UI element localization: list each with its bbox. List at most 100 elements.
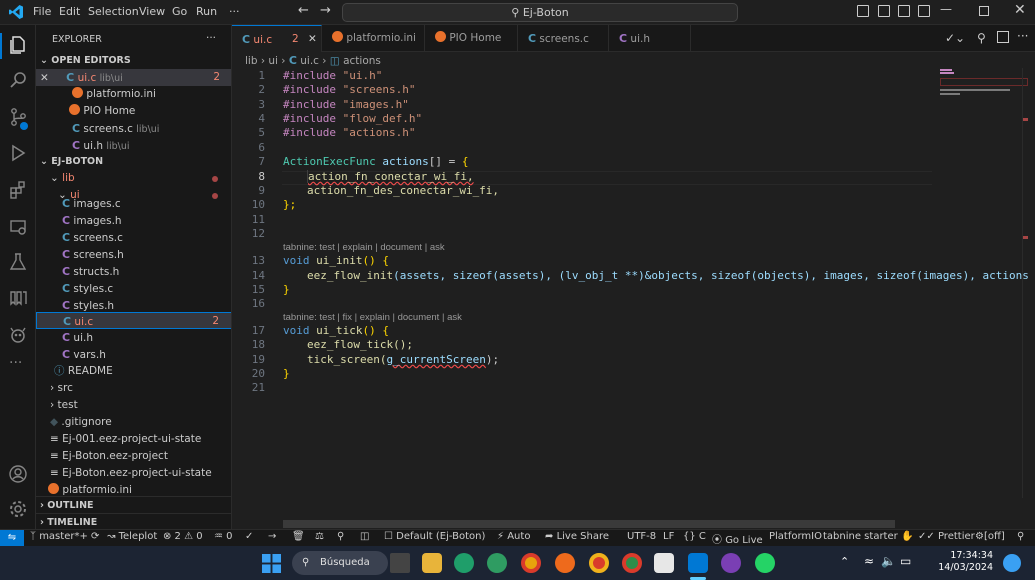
open-editor-screens-c[interactable]: C screens.c lib\ui xyxy=(36,120,231,137)
github-desktop-icon[interactable] xyxy=(721,553,741,573)
toggle-sidebar-icon[interactable] xyxy=(857,5,869,17)
minimize-icon[interactable]: — xyxy=(940,2,952,16)
open-editors-header[interactable]: ⌄ OPEN EDITORS xyxy=(36,52,231,69)
run-debug-icon[interactable] xyxy=(8,143,28,163)
back-arrow-icon[interactable]: ← xyxy=(298,3,309,18)
open-editor-pio-home[interactable]: PIO Home xyxy=(36,103,231,120)
tabnine-codelens[interactable]: tabnine: test | explain | document | ask xyxy=(283,242,445,253)
edge-beta-icon[interactable] xyxy=(487,553,507,573)
horizontal-scrollbar[interactable] xyxy=(283,520,895,528)
tree-folder-test[interactable]: › test xyxy=(36,397,231,414)
encoding-status[interactable]: UTF-8 xyxy=(627,531,656,542)
tabnine-codelens[interactable]: tabnine: test | fix | explain | document… xyxy=(283,312,462,323)
tab-ui-c[interactable]: C ui.c 2 ✕ xyxy=(232,25,322,52)
more-actions-icon[interactable]: ··· xyxy=(1017,29,1028,43)
restore-icon[interactable] xyxy=(979,6,989,16)
settings-gear-icon[interactable] xyxy=(8,499,28,519)
toggle-panel-icon[interactable] xyxy=(878,5,890,17)
remote-explorer-icon[interactable] xyxy=(8,217,28,237)
menu-view[interactable]: View xyxy=(139,5,165,18)
checkmark-icon[interactable]: ✓⌄ xyxy=(945,31,965,45)
breadcrumb-item[interactable]: ui xyxy=(268,55,278,67)
eol-status[interactable]: LF xyxy=(663,531,674,542)
more-views-icon[interactable]: ··· xyxy=(9,355,22,371)
menu-file[interactable]: File xyxy=(33,5,51,18)
pio-build-icon[interactable]: ✓ xyxy=(245,531,253,542)
tree-file-vars-h[interactable]: C vars.h xyxy=(36,346,231,363)
customize-layout-icon[interactable] xyxy=(918,5,930,17)
open-editor-ui-h[interactable]: C ui.h lib\ui xyxy=(36,137,231,154)
battery-icon[interactable]: ▭ xyxy=(900,554,911,568)
tab-platformio-ini[interactable]: platformio.ini xyxy=(322,25,425,52)
platformio-status[interactable]: PlatformIO xyxy=(769,531,822,542)
notepad-icon[interactable] xyxy=(654,553,674,573)
tree-file-screens-h[interactable]: C screens.h xyxy=(36,246,231,263)
chrome-profile-icon[interactable] xyxy=(589,553,609,573)
tree-file-ui-h[interactable]: C ui.h xyxy=(36,329,231,346)
toggle-secondary-sidebar-icon[interactable] xyxy=(898,5,910,17)
command-center-search[interactable]: ⚲ Ej-Boton xyxy=(342,3,738,22)
tree-folder-src[interactable]: › src xyxy=(36,380,231,397)
breadcrumb-item[interactable]: lib xyxy=(245,55,258,67)
tree-file-ui-state-2[interactable]: ≡ Ej-Boton.eez-project-ui-state xyxy=(36,465,231,482)
show-hidden-icons-chevron-icon[interactable]: ⌃ xyxy=(840,555,849,568)
remote-indicator-icon[interactable]: ⇋ xyxy=(0,530,24,547)
extensions-icon[interactable] xyxy=(8,180,28,200)
platformio-alien-icon[interactable] xyxy=(8,325,28,345)
menu-selection[interactable]: Selection xyxy=(88,5,139,18)
tree-file-readme[interactable]: ⓘ README xyxy=(36,363,231,380)
project-header[interactable]: ⌄ EJ-BOTON xyxy=(36,153,231,170)
pio-test-icon[interactable]: ⚖ xyxy=(315,531,324,542)
open-editor-ui-c[interactable]: ✕ C ui.c lib\ui 2 xyxy=(36,69,231,86)
tab-screens-c[interactable]: C screens.c xyxy=(518,25,609,52)
wifi-icon[interactable]: ≈ xyxy=(864,554,874,568)
prettier-status[interactable]: ✓✓ Prettier xyxy=(918,531,975,542)
tree-file-gitignore[interactable]: ◆ .gitignore xyxy=(36,414,231,431)
code-editor[interactable]: 1 2 3 4 5 6 7 8 9 10 11 12 13 14 15 16 1… xyxy=(232,68,1029,508)
close-icon[interactable]: ✕ xyxy=(40,72,49,84)
menu-edit[interactable]: Edit xyxy=(59,5,80,18)
pin-icon[interactable]: ⚲ xyxy=(977,31,986,45)
tab-pio-home[interactable]: PIO Home xyxy=(425,25,518,52)
close-window-icon[interactable]: ✕ xyxy=(1014,2,1026,18)
forward-arrow-icon[interactable]: → xyxy=(320,3,331,18)
close-icon[interactable]: ✕ xyxy=(308,26,317,53)
breadcrumb-item[interactable]: ui.c xyxy=(300,55,319,67)
pio-monitor-icon[interactable]: ⚲ xyxy=(337,531,344,542)
outline-header[interactable]: › OUTLINE xyxy=(36,496,231,513)
git-branch-status[interactable]: ᛉ master*+ ⟳ xyxy=(30,531,99,542)
tree-file-structs-h[interactable]: C structs.h xyxy=(36,263,231,280)
tree-file-eez-project[interactable]: ≡ Ej-Boton.eez-project xyxy=(36,448,231,465)
pio-terminal-icon[interactable]: ◫ xyxy=(360,531,369,542)
file-explorer-icon[interactable] xyxy=(422,553,442,573)
tree-folder-lib[interactable]: ⌄ lib xyxy=(36,170,231,187)
bookmarks-icon[interactable] xyxy=(8,288,28,308)
taskbar-clock[interactable]: 17:34:34 14/03/2024 xyxy=(938,550,993,574)
notifications-bell-icon[interactable]: ⚲ xyxy=(1017,531,1024,542)
split-editor-icon[interactable] xyxy=(997,31,1009,43)
vscode-taskbar-icon[interactable] xyxy=(688,553,708,573)
breadcrumb-item[interactable]: actions xyxy=(343,55,381,67)
tabnine-status[interactable]: tabnine starter ✋ xyxy=(823,531,913,542)
accounts-icon[interactable] xyxy=(8,464,28,484)
testing-icon[interactable] xyxy=(8,252,28,272)
search-icon[interactable] xyxy=(8,70,28,90)
pio-env-status[interactable]: ☐ Default (Ej-Boton) xyxy=(384,531,485,542)
copilot-icon[interactable] xyxy=(1003,554,1021,572)
liveshare-status[interactable]: ➦ Live Share xyxy=(545,531,609,542)
tree-file-images-h[interactable]: C images.h xyxy=(36,212,231,229)
open-editor-platformio[interactable]: platformio.ini xyxy=(36,86,231,103)
chrome-icon[interactable] xyxy=(521,553,541,573)
taskbar-search[interactable]: ⚲ Búsqueda xyxy=(292,551,388,575)
pio-upload-icon[interactable]: → xyxy=(268,531,276,542)
port-auto-status[interactable]: ⚡ Auto xyxy=(497,531,530,542)
task-view-icon[interactable] xyxy=(390,553,410,573)
problems-status[interactable]: ⊗ 2 ⚠ 0 xyxy=(163,531,203,542)
tree-file-ui-c[interactable]: C ui.c 2 xyxy=(36,312,231,329)
tab-ui-h[interactable]: C ui.h xyxy=(609,25,691,52)
ports-status[interactable]: ♒ 0 xyxy=(214,531,233,542)
tree-file-styles-c[interactable]: C styles.c xyxy=(36,280,231,297)
menu-more[interactable]: ··· xyxy=(229,5,240,18)
whatsapp-icon[interactable] xyxy=(755,553,775,573)
tree-file-ui-state-1[interactable]: ≡ Ej-001.eez-project-ui-state xyxy=(36,431,231,448)
